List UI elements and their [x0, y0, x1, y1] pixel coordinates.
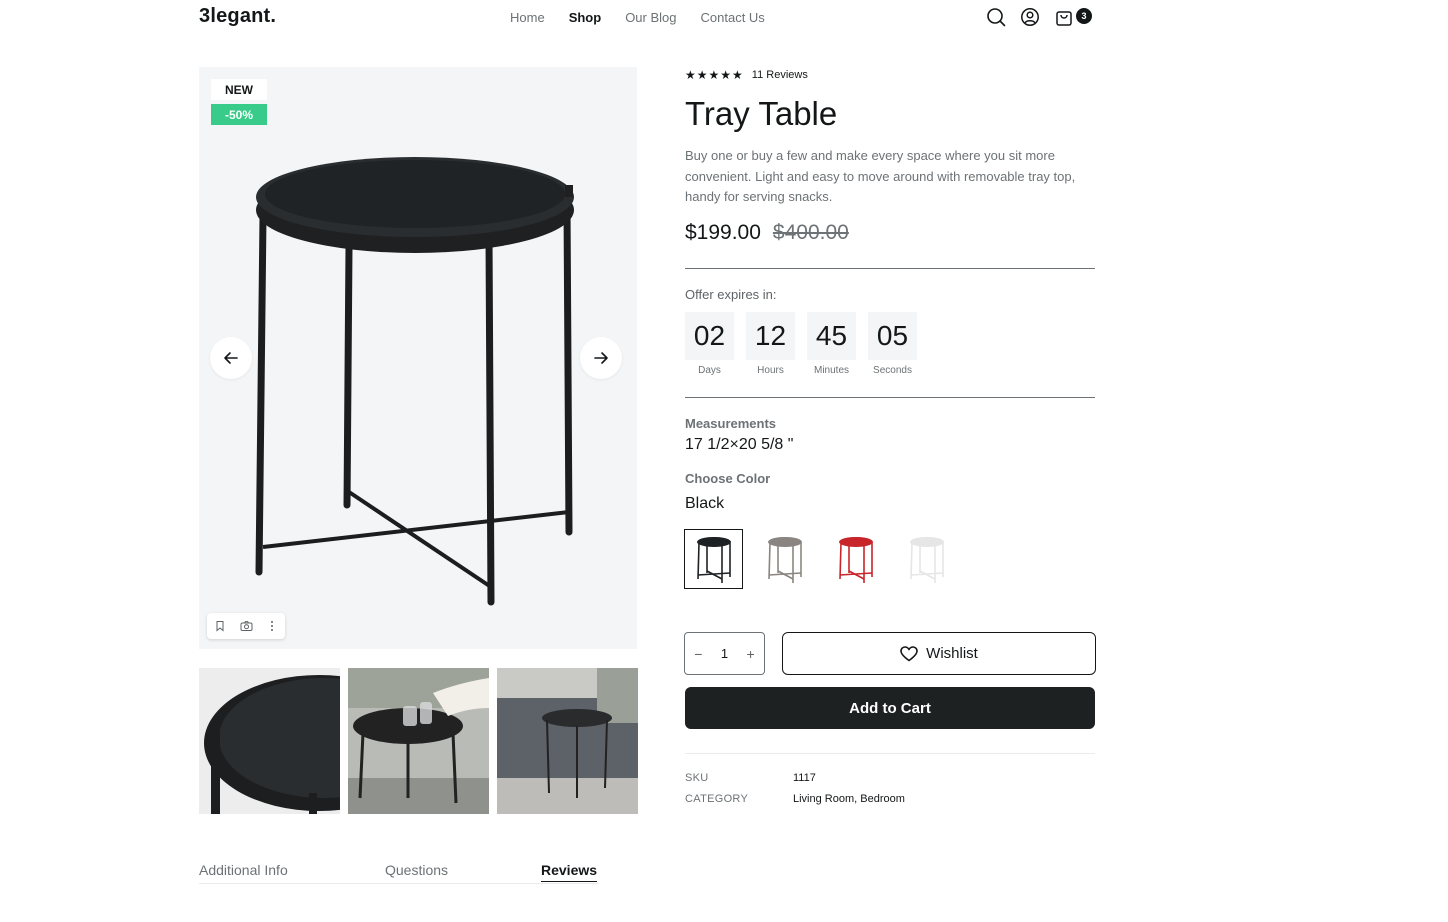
divider — [685, 753, 1095, 754]
logo[interactable]: 3legant. — [199, 5, 276, 28]
user-icon[interactable] — [1019, 6, 1041, 28]
sku-value: 1117 — [793, 772, 816, 784]
category-label: CATEGORY — [685, 793, 749, 805]
countdown-timer: 02 Days 12 Hours 45 Minutes 05 Seconds — [685, 312, 917, 376]
divider — [685, 268, 1095, 269]
measurements-value: 17 1/2×20 5/8 " — [685, 436, 794, 453]
sku-label: SKU — [685, 772, 709, 784]
color-swatches — [684, 529, 956, 589]
product-description: Buy one or buy a few and make every spac… — [685, 148, 1076, 204]
nav-our-blog[interactable]: Our Blog — [625, 10, 676, 25]
price-row: $199.00 $400.00 — [685, 221, 849, 245]
selected-color: Black — [685, 495, 725, 512]
wishlist-label: Wishlist — [926, 645, 978, 662]
rating-stars: ★★★★★ — [685, 68, 744, 82]
wishlist-button[interactable]: Wishlist — [782, 632, 1096, 675]
category-value[interactable]: Living Room, Bedroom — [793, 793, 905, 805]
color-swatch-white[interactable] — [897, 529, 956, 589]
timer-minutes: 45 Minutes — [807, 312, 856, 376]
tray-table-image — [255, 157, 574, 606]
more-icon[interactable] — [263, 617, 281, 635]
bookmark-icon[interactable] — [211, 617, 229, 635]
arrow-right-icon — [594, 352, 608, 364]
quantity-stepper: − 1 + — [684, 632, 765, 675]
add-to-cart-button[interactable]: Add to Cart — [685, 687, 1095, 729]
header-icons — [985, 6, 1075, 28]
sku-row: SKU 1117 — [685, 772, 816, 784]
rating: ★★★★★ 11 Reviews — [685, 68, 808, 82]
cart-count-badge: 3 — [1076, 8, 1092, 24]
category-row: CATEGORY Living Room, Bedroom — [685, 793, 905, 805]
tab-reviews[interactable]: Reviews — [541, 862, 598, 882]
reviews-count[interactable]: 11 Reviews — [752, 69, 808, 81]
minus-icon[interactable]: − — [694, 646, 702, 662]
nav-home[interactable]: Home — [510, 10, 545, 25]
product-main-image: NEW -50% — [199, 67, 637, 649]
new-badge: NEW — [211, 79, 267, 100]
thumbnail-2[interactable] — [348, 668, 489, 814]
prev-image-button[interactable] — [210, 337, 252, 379]
tab-questions[interactable]: Questions — [385, 862, 448, 878]
nav-shop[interactable]: Shop — [569, 10, 602, 25]
timer-seconds: 05 Seconds — [868, 312, 917, 376]
heart-icon — [900, 645, 918, 661]
discount-badge: -50% — [211, 104, 267, 125]
offer-label: Offer expires in: — [685, 287, 777, 302]
current-price: $199.00 — [685, 221, 761, 244]
quantity-value[interactable]: 1 — [721, 646, 728, 661]
next-image-button[interactable] — [580, 337, 622, 379]
measurements-label: Measurements — [685, 416, 777, 431]
product-title: Tray Table — [685, 95, 838, 132]
color-swatch-red[interactable] — [826, 529, 885, 589]
nav-contact-us[interactable]: Contact Us — [701, 10, 765, 25]
timer-hours: 12 Hours — [746, 312, 795, 376]
bag-icon[interactable] — [1053, 6, 1075, 28]
arrow-left-icon — [224, 352, 238, 364]
color-swatch-gray[interactable] — [755, 529, 814, 589]
search-icon[interactable] — [985, 6, 1007, 28]
thumbnail-3[interactable] — [497, 668, 638, 814]
original-price: $400.00 — [772, 221, 849, 244]
tab-additional-info[interactable]: Additional Info — [199, 862, 288, 878]
product-tabs: Additional Info Questions Reviews — [199, 860, 599, 884]
timer-days: 02 Days — [685, 312, 734, 376]
divider — [685, 397, 1095, 398]
choose-color-label: Choose Color — [685, 471, 771, 486]
main-nav: Home Shop Our Blog Contact Us — [510, 10, 765, 25]
thumbnail-strip — [199, 668, 638, 814]
color-swatch-black[interactable] — [684, 529, 743, 589]
image-toolbar — [207, 613, 285, 639]
plus-icon[interactable]: + — [747, 646, 755, 662]
thumbnail-1[interactable] — [199, 668, 340, 814]
camera-icon[interactable] — [237, 617, 255, 635]
